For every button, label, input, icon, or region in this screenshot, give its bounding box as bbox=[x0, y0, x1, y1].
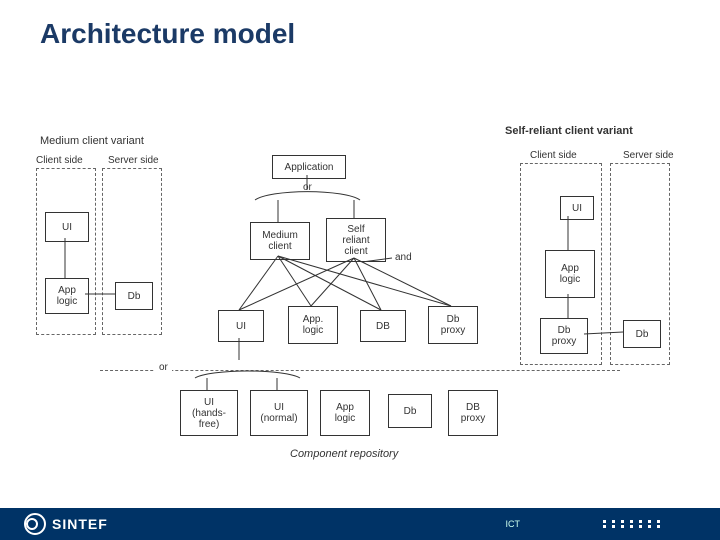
box-applogic-left: App logic bbox=[45, 278, 89, 314]
label-client-side-right: Client side bbox=[530, 150, 577, 161]
footer-bar: SINTEF ICT bbox=[0, 508, 720, 540]
box-applogic-bottom: App logic bbox=[320, 390, 370, 436]
box-ui-center: UI bbox=[218, 310, 264, 342]
footer-dots-icon bbox=[603, 520, 660, 528]
box-medium-client: Medium client bbox=[250, 222, 310, 260]
box-dbproxy-right: Db proxy bbox=[540, 318, 588, 354]
box-application: Application bbox=[272, 155, 346, 179]
brand-icon bbox=[24, 513, 46, 535]
heading-medium-variant: Medium client variant bbox=[40, 135, 144, 147]
box-dbproxy-bottom: DB proxy bbox=[448, 390, 498, 436]
label-and: and bbox=[395, 252, 412, 263]
box-db-center: DB bbox=[360, 310, 406, 342]
box-db-bottom: Db bbox=[388, 394, 432, 428]
box-dbproxy-center: Db proxy bbox=[428, 306, 478, 344]
page-title: Architecture model bbox=[40, 18, 295, 50]
box-ui-left: UI bbox=[45, 212, 89, 242]
divider-or bbox=[100, 370, 620, 371]
box-ui-right: UI bbox=[560, 196, 594, 220]
label-server-side-left: Server side bbox=[108, 155, 159, 166]
box-appdotlogic: App. logic bbox=[288, 306, 338, 344]
box-applogic-right: App logic bbox=[545, 250, 595, 298]
box-self-client: Self reliant client bbox=[326, 218, 386, 262]
heading-self-variant: Self-reliant client variant bbox=[505, 125, 633, 137]
footer-dept: ICT bbox=[506, 519, 521, 529]
box-ui-normal: UI (normal) bbox=[250, 390, 308, 436]
box-db-right: Db bbox=[623, 320, 661, 348]
brand-logo: SINTEF bbox=[24, 513, 108, 535]
box-ui-handsfree: UI (hands- free) bbox=[180, 390, 238, 436]
label-server-side-right: Server side bbox=[623, 150, 674, 161]
label-component-repo: Component repository bbox=[290, 448, 398, 460]
box-db-left: Db bbox=[115, 282, 153, 310]
label-or-top: or bbox=[303, 182, 312, 193]
label-client-side-left: Client side bbox=[36, 155, 83, 166]
brand-name: SINTEF bbox=[52, 516, 108, 532]
label-or-bottom: or bbox=[155, 362, 172, 373]
